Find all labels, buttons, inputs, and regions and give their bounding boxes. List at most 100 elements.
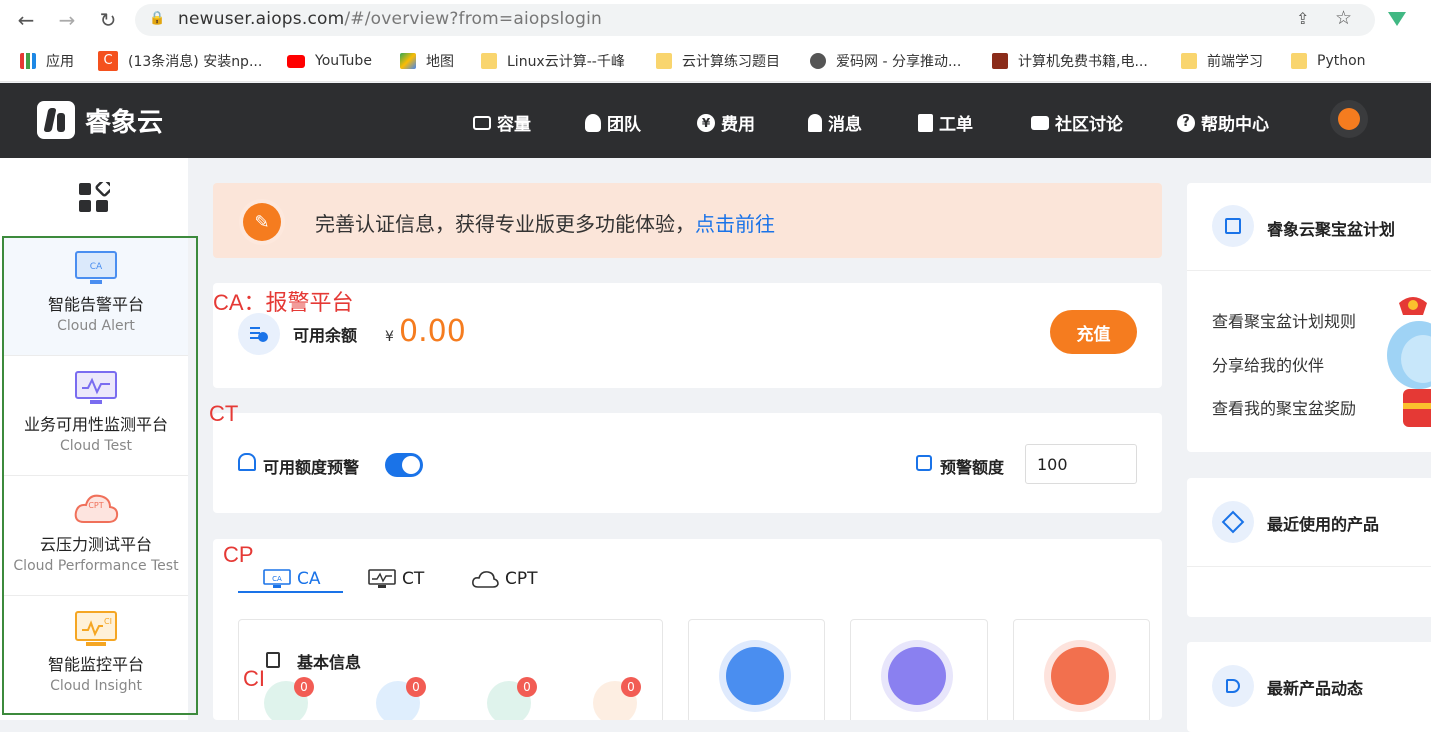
folder-icon [1181, 53, 1197, 69]
balance-card: 可用余额 ¥ 0.00 充值 [213, 283, 1162, 388]
annotation-ci: CI [243, 666, 265, 691]
forward-icon[interactable]: → [55, 8, 79, 32]
product-mesh-icon [881, 640, 953, 712]
tab-label: CA [297, 569, 321, 589]
bookmark-aimawang[interactable]: 爱码网 - 分享推动... [810, 50, 961, 72]
tab-label: CT [402, 569, 425, 589]
balance-amount: 0.00 [399, 314, 466, 349]
bookmark-label: 爱码网 - 分享推动... [836, 54, 962, 70]
nav-label: 社区讨论 [1055, 115, 1123, 135]
count-badge: 0 [406, 677, 426, 697]
product-card-1[interactable] [688, 619, 825, 720]
bookmark-folder-linux[interactable]: Linux云计算--千峰 [481, 50, 625, 72]
folder-icon [481, 53, 497, 69]
product-cube-icon [1044, 640, 1116, 712]
count-badge: 0 [517, 677, 537, 697]
csdn-icon: C [98, 51, 118, 71]
share-icon[interactable]: ⇪ [1296, 9, 1309, 28]
speaker-icon [1212, 665, 1254, 707]
bookmark-label: 应用 [46, 54, 74, 70]
cloud-cpt-icon [472, 571, 499, 588]
cube-icon [1212, 501, 1254, 543]
balance-label: 可用余额 [293, 326, 358, 345]
folder-icon [656, 53, 672, 69]
alert-toggle[interactable] [385, 453, 423, 477]
nav-capacity[interactable]: 容量 [473, 110, 531, 135]
verification-banner: ✎ 完善认证信息，获得专业版更多功能体验，点击前往 [213, 183, 1162, 258]
recharge-button[interactable]: 充值 [1050, 310, 1137, 354]
avatar-image [1338, 108, 1360, 130]
count-badge: 0 [621, 677, 641, 697]
product-grid-icon[interactable] [78, 182, 110, 214]
logo-text: 睿象云 [85, 107, 164, 138]
tab-label: CPT [505, 569, 538, 589]
nav-label: 帮助中心 [1201, 115, 1269, 135]
book-site-icon [992, 53, 1008, 69]
product-news-card: 最新产品动态 [1187, 642, 1431, 732]
my-rewards-link[interactable]: 查看我的聚宝盆奖励 [1212, 395, 1356, 419]
bookmark-maps[interactable]: 地图 [400, 50, 454, 72]
bookmark-csdn[interactable]: C (13条消息) 安装np... [98, 50, 262, 72]
nav-billing[interactable]: ¥ 费用 [697, 110, 755, 135]
product-card-2[interactable] [850, 619, 988, 720]
bookmark-books[interactable]: 计算机免费书籍,电... [992, 50, 1148, 72]
user-avatar[interactable] [1330, 100, 1368, 138]
share-partner-link[interactable]: 分享给我的伙伴 [1212, 352, 1324, 376]
notepad-icon [1212, 205, 1254, 247]
tab-ca[interactable]: CA CA [263, 565, 321, 593]
bookmark-folder-cloud[interactable]: 云计算练习题目 [656, 50, 780, 72]
count-badge: 0 [294, 677, 314, 697]
divider [1187, 566, 1431, 567]
threshold-label: 预警额度 [940, 458, 1005, 477]
globe-icon [810, 53, 826, 69]
highlight-box [2, 236, 198, 715]
divider [1187, 270, 1431, 271]
back-icon[interactable]: ← [14, 8, 38, 32]
bookmark-youtube[interactable]: YouTube [287, 50, 372, 72]
document-icon [266, 652, 280, 668]
reload-icon[interactable]: ↻ [96, 8, 120, 32]
tab-ct[interactable]: CT [368, 565, 424, 593]
nav-community[interactable]: 社区讨论 [1031, 110, 1123, 135]
annotation-ca: CA：报警平台 [213, 290, 354, 315]
products-card: CA CA CT CPT 基本信息 0 0 0 0 [213, 539, 1162, 720]
bookmark-label: 计算机免费书籍,电... [1018, 54, 1148, 70]
tab-cpt[interactable]: CPT [471, 565, 538, 593]
star-icon[interactable]: ☆ [1335, 7, 1352, 29]
threshold-input[interactable] [1025, 444, 1137, 484]
bookmarks-bar: 应用 C (13条消息) 安装np... YouTube 地图 Linux云计算-… [0, 40, 1431, 82]
plan-title: 睿象云聚宝盆计划 [1267, 220, 1396, 239]
nav-help[interactable]: ? 帮助中心 [1177, 110, 1269, 135]
app-header: 睿象云 容量 团队 ¥ 费用 消息 工单 社区讨论 ? 帮助中心 [0, 83, 1431, 158]
monitor-ca-icon: CA [263, 569, 291, 588]
url-host: newuser.aiops.com [178, 9, 345, 29]
nav-label: 消息 [828, 115, 862, 135]
help-icon: ? [1177, 113, 1195, 132]
bookmark-label: Python [1317, 53, 1366, 69]
nav-messages[interactable]: 消息 [808, 110, 862, 135]
svg-text:CA: CA [272, 575, 282, 583]
toggle-knob [402, 456, 420, 474]
url-text[interactable]: newuser.aiops.com/#/overview?from=aiopsl… [178, 9, 602, 29]
yen-icon: ¥ [697, 113, 715, 132]
annotation-ct: CT [209, 401, 239, 426]
bookmark-label: 地图 [426, 54, 454, 70]
vue-extension-icon[interactable] [1388, 12, 1406, 26]
nav-label: 容量 [497, 115, 531, 135]
bookmark-apps[interactable]: 应用 [20, 50, 74, 72]
plan-rules-link[interactable]: 查看聚宝盆计划规则 [1212, 308, 1356, 332]
recent-products-card: 最近使用的产品 [1187, 478, 1431, 617]
wallet-icon [238, 313, 280, 355]
bookmark-folder-python[interactable]: Python [1291, 50, 1366, 72]
product-news-title: 最新产品动态 [1267, 679, 1364, 698]
nav-team[interactable]: 团队 [585, 110, 641, 135]
bookmark-folder-frontend[interactable]: 前端学习 [1181, 50, 1263, 72]
nav-label: 费用 [721, 115, 755, 135]
banner-link[interactable]: 点击前往 [695, 212, 775, 236]
product-card-3[interactable] [1013, 619, 1150, 720]
logo[interactable]: 睿象云 [37, 101, 163, 139]
alarm-icon [238, 453, 256, 471]
nav-tickets[interactable]: 工单 [918, 110, 973, 135]
active-tab-indicator [238, 591, 343, 593]
edit-icon: ✎ [239, 199, 285, 245]
